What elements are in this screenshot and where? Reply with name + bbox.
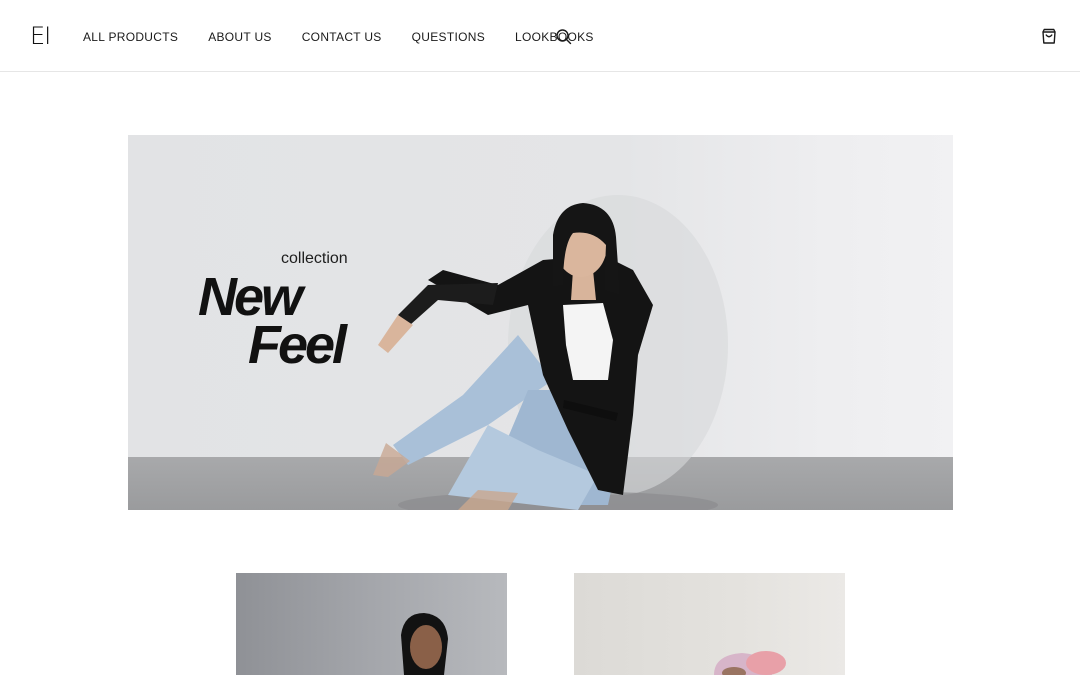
search-button[interactable] — [555, 28, 573, 46]
hero-banner[interactable]: collection New Feel — [128, 135, 953, 510]
nav-all-products[interactable]: ALL PRODUCTS — [83, 30, 178, 44]
hero-title-line-1: New — [198, 267, 303, 327]
nav-contact-us[interactable]: CONTACT US — [302, 30, 382, 44]
collection-tile-1[interactable] — [236, 573, 507, 675]
nav-about-us[interactable]: ABOUT US — [208, 30, 272, 44]
tile-1-model-image — [401, 613, 448, 675]
tile-2-model-image — [714, 651, 786, 675]
collection-tile-2[interactable] — [574, 573, 845, 675]
hero-model-image — [373, 195, 728, 510]
brand-logo[interactable]: EI — [30, 22, 51, 50]
search-icon — [556, 29, 572, 45]
site-header: EI ALL PRODUCTS ABOUT US CONTACT US QUES… — [0, 0, 1080, 72]
hero-eyebrow: collection — [281, 250, 348, 267]
hero-title-line-2: Feel — [248, 315, 347, 375]
hero-title: New Feel — [198, 267, 347, 375]
main-nav: ALL PRODUCTS ABOUT US CONTACT US QUESTIO… — [83, 30, 624, 44]
shopping-bag-icon — [1042, 28, 1056, 44]
nav-questions[interactable]: QUESTIONS — [412, 30, 485, 44]
cart-button[interactable] — [1039, 26, 1059, 46]
